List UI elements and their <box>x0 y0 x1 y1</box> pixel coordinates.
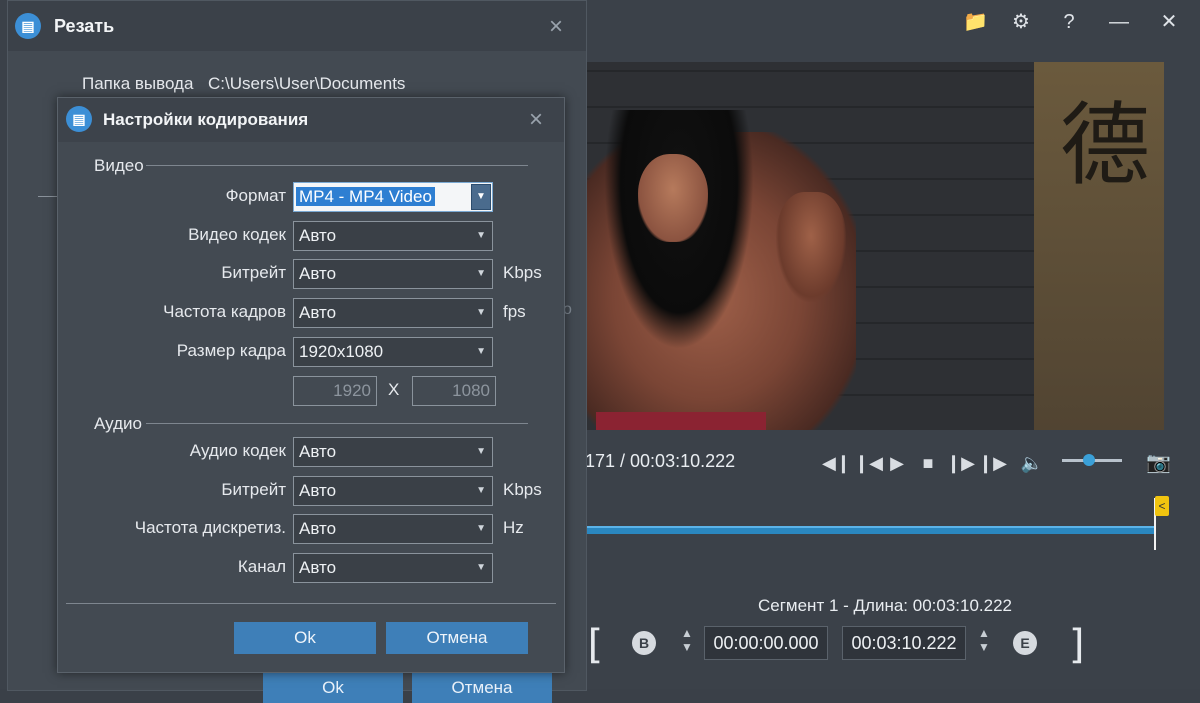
audio-codec-label: Аудио кодек <box>189 441 286 460</box>
frame-width-input[interactable]: 1920 <box>293 376 377 406</box>
chevron-down-icon: ▼ <box>476 485 486 496</box>
start-time-field[interactable]: 00:00:00.000 <box>704 626 828 660</box>
encoding-dialog-divider <box>66 603 556 604</box>
video-section-label: Видео <box>94 156 144 175</box>
format-select[interactable]: MP4 - MP4 Video ▼ <box>293 182 493 212</box>
audio-section-label: Аудио <box>94 414 142 433</box>
video-bitrate-unit: Kbps <box>503 263 542 282</box>
framerate-select[interactable]: Авто ▼ <box>293 298 493 328</box>
camera-icon[interactable]: 📷 <box>1146 450 1171 474</box>
start-time-stepper[interactable]: ▲ ▼ <box>677 626 697 658</box>
samplerate-value: Авто <box>299 519 337 538</box>
channel-label: Канал <box>237 557 286 576</box>
segment-close-bracket: ] <box>1066 622 1091 668</box>
timeline-track[interactable] <box>585 528 1155 534</box>
video-figure-hand <box>776 192 846 302</box>
next-frame-icon[interactable]: ❙▶ <box>946 449 975 477</box>
end-time-field[interactable]: 00:03:10.222 <box>842 626 966 660</box>
skip-start-icon[interactable]: ◀❙ <box>822 449 851 477</box>
timeline-flag[interactable]: < <box>1155 496 1169 516</box>
chevron-down-icon: ▼ <box>476 307 486 318</box>
film-logo-icon: ▤ <box>15 13 41 39</box>
end-time-stepper[interactable]: ▲ ▼ <box>974 626 994 658</box>
chevron-down-icon: ▼ <box>476 268 486 279</box>
volume-icon[interactable]: 🔈 <box>1020 449 1044 477</box>
folder-icon[interactable]: 📁 <box>963 10 988 34</box>
channel-value: Авто <box>299 558 337 577</box>
audio-bitrate-select[interactable]: Авто ▼ <box>293 476 493 506</box>
samplerate-label: Частота дискретиз. <box>134 518 286 537</box>
frame-size-value: 1920x1080 <box>299 342 384 361</box>
encoding-dialog-title: Настройки кодирования <box>103 110 309 129</box>
help-icon[interactable]: ? <box>1057 10 1081 34</box>
film-logo-icon: ▤ <box>66 106 92 132</box>
frame-size-label: Размер кадра <box>176 341 286 360</box>
video-figure-face <box>638 154 708 242</box>
video-bitrate-label: Битрейт <box>221 263 286 282</box>
samplerate-select[interactable]: Авто ▼ <box>293 514 493 544</box>
close-icon[interactable]: × <box>525 108 547 132</box>
encoding-dialog-titlebar: ▤ Настройки кодирования × <box>58 98 564 142</box>
frame-size-select[interactable]: 1920x1080 ▼ <box>293 337 493 367</box>
cut-dialog-titlebar: ▤ Резать × <box>8 1 586 51</box>
chevron-down-icon: ▼ <box>476 562 486 573</box>
chevron-down-icon: ▼ <box>476 446 486 457</box>
framerate-label: Частота кадров <box>163 302 286 321</box>
encoding-cancel-button[interactable]: Отмена <box>386 622 528 654</box>
video-section-divider <box>146 165 528 166</box>
video-bitrate-value: Авто <box>299 264 337 283</box>
format-label: Формат <box>225 186 286 205</box>
play-icon[interactable]: ▶ <box>885 449 909 477</box>
format-selected-value: MP4 - MP4 Video <box>296 187 435 206</box>
frame-size-separator: X <box>388 380 400 399</box>
set-begin-button[interactable]: B <box>632 631 656 655</box>
chevron-down-icon[interactable]: ▼ <box>471 184 491 210</box>
main-toolbar: 📁 ⚙ ? — ✕ <box>585 0 1200 44</box>
cut-dialog-title: Резать <box>54 16 115 36</box>
audio-bitrate-value: Авто <box>299 481 337 500</box>
chevron-down-icon: ▼ <box>476 523 486 534</box>
encoding-settings-dialog: ▤ Настройки кодирования × Видео Формат M… <box>57 97 565 673</box>
close-icon[interactable]: × <box>545 15 567 39</box>
encoding-ok-button[interactable]: Ok <box>234 622 376 654</box>
audio-bitrate-label: Битрейт <box>221 480 286 499</box>
channel-select[interactable]: Авто ▼ <box>293 553 493 583</box>
audio-section-divider <box>146 423 528 424</box>
video-codec-select[interactable]: Авто ▼ <box>293 221 493 251</box>
video-codec-label: Видео кодек <box>188 225 286 244</box>
prev-frame-icon[interactable]: ❙◀ <box>854 449 883 477</box>
cut-dialog-divider <box>38 196 58 197</box>
audio-codec-select[interactable]: Авто ▼ <box>293 437 493 467</box>
volume-slider-knob[interactable] <box>1083 454 1095 466</box>
cut-ok-button[interactable]: Ok <box>263 673 403 703</box>
audio-bitrate-unit: Kbps <box>503 480 542 499</box>
cut-cancel-button[interactable]: Отмена <box>412 673 552 703</box>
framerate-unit: fps <box>503 302 526 321</box>
minimize-icon[interactable]: — <box>1107 10 1131 34</box>
video-preview: 德 <box>586 62 1164 430</box>
video-calligraphy: 德 <box>1060 93 1150 198</box>
gear-icon[interactable]: ⚙ <box>1009 10 1033 34</box>
segment-length-label: Сегмент 1 - Длина: 00:03:10.222 <box>757 596 1012 615</box>
video-bitrate-select[interactable]: Авто ▼ <box>293 259 493 289</box>
output-folder-label: Папка вывода <box>82 74 194 93</box>
video-codec-value: Авто <box>299 226 337 245</box>
chevron-down-icon: ▼ <box>476 230 486 241</box>
frame-height-input[interactable]: 1080 <box>412 376 496 406</box>
chevron-down-icon: ▼ <box>476 346 486 357</box>
close-icon[interactable]: ✕ <box>1157 10 1181 34</box>
set-end-button[interactable]: E <box>1013 631 1037 655</box>
video-figure-belt <box>596 412 766 430</box>
skip-end-icon[interactable]: ❙▶ <box>978 449 1007 477</box>
framerate-value: Авто <box>299 303 337 322</box>
playback-time-readout: 171 / 00:03:10.222 <box>585 451 736 471</box>
stop-icon[interactable]: ■ <box>916 449 940 477</box>
samplerate-unit: Hz <box>503 518 524 537</box>
output-folder-path[interactable]: C:\Users\User\Documents <box>208 74 405 94</box>
audio-codec-value: Авто <box>299 442 337 461</box>
